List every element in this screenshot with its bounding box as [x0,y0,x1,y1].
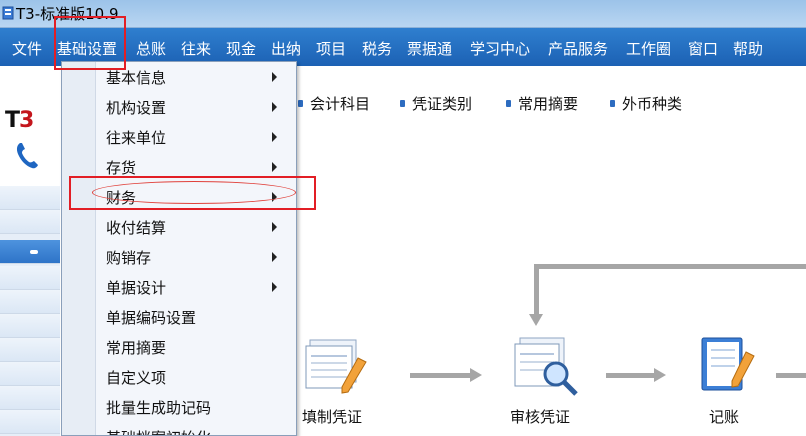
flow-connector [534,264,539,316]
menu-item-custom-fields[interactable]: 自定义项 [62,362,296,392]
step-label-fill-voucher[interactable]: 填制凭证 [302,406,362,427]
submenu-arrow-icon [272,72,277,82]
link-account-subjects[interactable]: 会计科目 [298,93,370,114]
nav-row[interactable] [0,314,60,338]
menu-learning-center[interactable]: 学习中心 [470,38,530,59]
flow-connector [606,373,656,378]
t3-logo: T3 [5,108,34,133]
menu-window[interactable]: 窗口 [688,38,718,59]
quick-links-bar: 会计科目 凭证类别 常用摘要 外币种类 [298,93,806,117]
nav-row[interactable] [0,266,60,290]
menu-item-contacts[interactable]: 往来单位 [62,122,296,152]
posting-icon[interactable] [694,332,760,398]
link-common-summary[interactable]: 常用摘要 [506,93,578,114]
right-arrow-icon [654,368,666,382]
bullet-icon [400,100,405,107]
submenu-arrow-icon [272,102,277,112]
nav-row[interactable] [0,386,60,410]
submenu-arrow-icon [272,282,277,292]
menu-item-common-summary[interactable]: 常用摘要 [62,332,296,362]
menu-item-batch-mnemonic[interactable]: 批量生成助记码 [62,392,296,422]
nav-row[interactable] [0,410,60,434]
bullet-icon [610,100,615,107]
flow-connector [776,373,806,378]
menu-item-org-settings[interactable]: 机构设置 [62,92,296,122]
submenu-arrow-icon [272,162,277,172]
collapse-icon [30,250,38,254]
menu-tax[interactable]: 税务 [362,38,392,59]
menu-general-ledger[interactable]: 总账 [136,38,166,59]
nav-row[interactable] [0,362,60,386]
menu-receivables[interactable]: 往来 [181,38,211,59]
submenu-arrow-icon [272,222,277,232]
phone-icon [16,143,38,169]
bullet-icon [506,100,511,107]
menu-cashier[interactable]: 出纳 [271,38,301,59]
link-foreign-currency[interactable]: 外币种类 [610,93,682,114]
nav-row[interactable] [0,210,60,234]
menu-help[interactable]: 帮助 [733,38,763,59]
right-arrow-icon [470,368,482,382]
menu-invoice[interactable]: 票据通 [407,38,452,59]
submenu-arrow-icon [272,252,277,262]
bullet-icon [298,100,303,107]
fill-voucher-icon[interactable] [302,336,372,398]
menu-project[interactable]: 项目 [316,38,346,59]
annotation-ellipse-finance [92,181,296,204]
nav-row-active[interactable] [0,240,60,264]
app-icon [2,6,14,20]
annotation-box-menu [54,16,126,70]
basic-settings-dropdown: 基本信息 机构设置 往来单位 存货 财务 收付结算 购销存 单据设计 单据编码设… [61,61,297,436]
step-label-posting[interactable]: 记账 [709,406,739,427]
flow-connector [410,373,472,378]
menu-item-settlement[interactable]: 收付结算 [62,212,296,242]
menu-item-document-design[interactable]: 单据设计 [62,272,296,302]
nav-row[interactable] [0,290,60,314]
down-arrow-icon [529,314,543,326]
menu-item-purchase-sales-stock[interactable]: 购销存 [62,242,296,272]
flow-connector [534,264,806,269]
nav-row[interactable] [0,186,60,210]
menu-workspace[interactable]: 工作圈 [626,38,671,59]
link-voucher-types[interactable]: 凭证类别 [400,93,472,114]
review-voucher-icon[interactable] [510,334,584,398]
menu-cash[interactable]: 现金 [226,38,256,59]
submenu-arrow-icon [272,132,277,142]
menu-product-services[interactable]: 产品服务 [548,38,608,59]
menu-item-archive-init[interactable]: 基础档案初始化 [62,422,296,435]
step-label-review-voucher[interactable]: 审核凭证 [510,406,570,427]
nav-row[interactable] [0,338,60,362]
left-nav-strip [0,186,60,436]
menu-file[interactable]: 文件 [12,38,42,59]
menu-item-document-numbering[interactable]: 单据编码设置 [62,302,296,332]
